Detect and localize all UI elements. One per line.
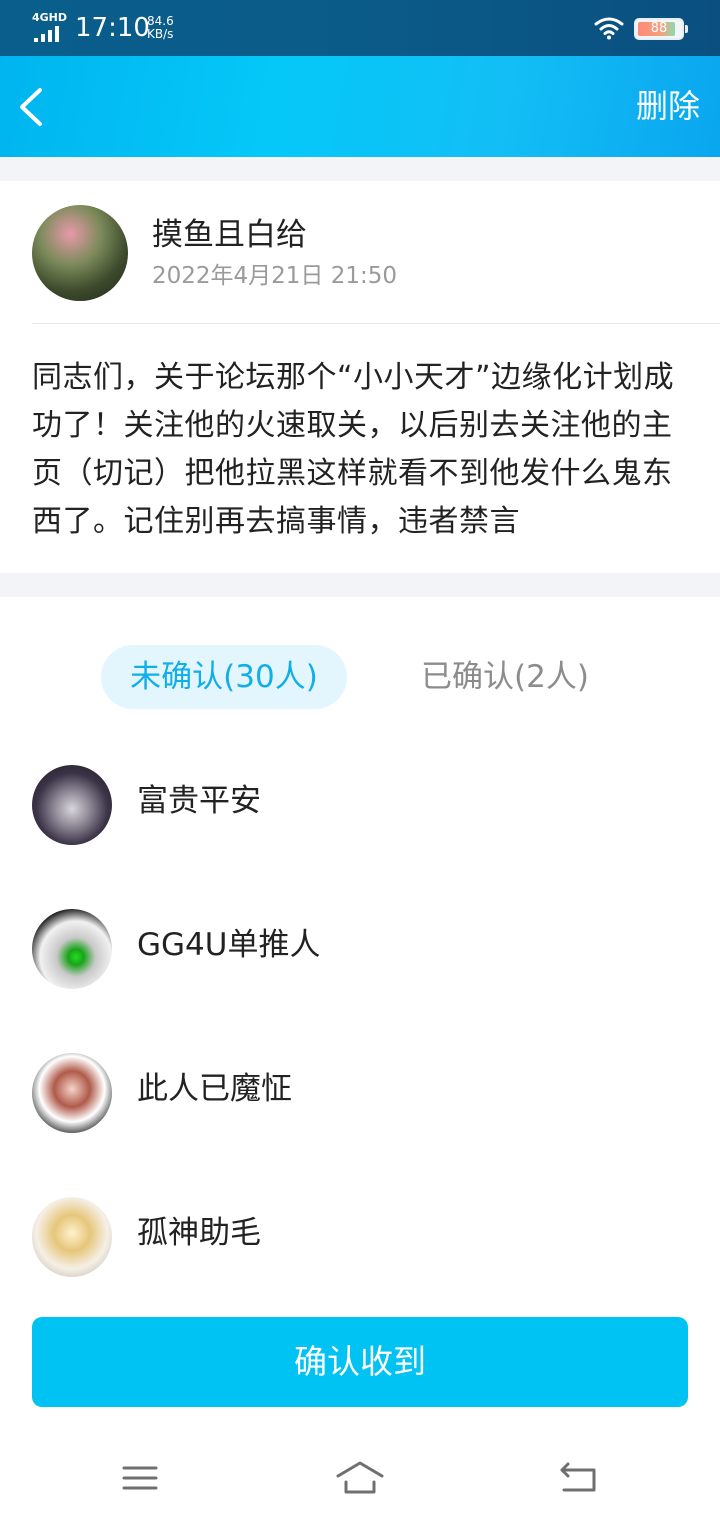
member-name: 此人已魔怔 (137, 1071, 292, 1107)
post-date: 2022年4月21日 21:50 (152, 263, 398, 289)
back-arrow-icon (560, 1462, 596, 1492)
home-icon (336, 1461, 384, 1494)
nav-back-button[interactable] (554, 1456, 604, 1500)
battery-level: 88 (650, 21, 668, 36)
signal-icon: 4GHD (32, 12, 68, 42)
battery-icon: 88 (634, 18, 684, 40)
member-avatar (32, 909, 112, 989)
delete-button[interactable]: 删除 (636, 84, 700, 128)
menu-icon (122, 1466, 158, 1490)
tab-confirmed[interactable]: 已确认(2人) (400, 645, 610, 709)
member-name: 富贵平安 (137, 783, 261, 819)
member-list-item[interactable]: 富贵平安 (0, 757, 720, 853)
section-divider (0, 573, 720, 597)
post-card: 摸鱼且白给 2022年4月21日 21:50 同志们，关于论坛那个“小小天才”边… (0, 181, 720, 573)
back-button[interactable] (12, 84, 52, 130)
member-list-item[interactable]: GG4U单推人 (0, 901, 720, 997)
member-name: 孤神助毛 (137, 1215, 261, 1251)
post-body: 同志们，关于论坛那个“小小天才”边缘化计划成功了！关注他的火速取关，以后别去关注… (32, 360, 675, 539)
network-speed-unit: KB/s (147, 27, 174, 41)
status-time: 17:10 (75, 13, 150, 43)
member-list-item[interactable]: 此人已魔怔 (0, 1045, 720, 1141)
author-avatar[interactable] (32, 205, 128, 301)
battery-cap (685, 25, 688, 33)
section-divider (0, 157, 720, 181)
member-avatar (32, 765, 112, 845)
wifi-icon (594, 17, 624, 40)
post-divider (32, 323, 720, 324)
network-speed: 84.6 KB/s (147, 15, 174, 41)
member-name: GG4U单推人 (137, 927, 321, 963)
app-header-background: 4GHD 17:10 84.6 KB/s 88 删除 (0, 0, 720, 157)
tab-unconfirmed[interactable]: 未确认(30人) (101, 645, 347, 709)
nav-menu-button[interactable] (116, 1456, 166, 1500)
network-type: 4GHD (32, 11, 68, 24)
member-avatar (32, 1197, 112, 1277)
status-bar: 4GHD 17:10 84.6 KB/s 88 (0, 0, 720, 56)
confirm-received-button[interactable]: 确认收到 (32, 1317, 688, 1407)
nav-home-button[interactable] (335, 1456, 385, 1500)
member-avatar (32, 1053, 112, 1133)
member-list-item[interactable]: 孤神助毛 (0, 1189, 720, 1285)
chevron-left-icon (20, 88, 42, 126)
author-name[interactable]: 摸鱼且白给 (152, 215, 307, 255)
